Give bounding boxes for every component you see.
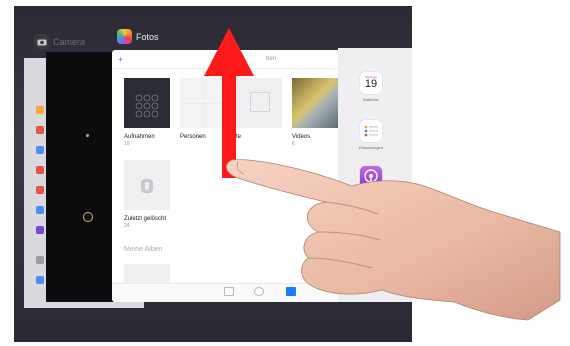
pointing-hand	[225, 159, 561, 321]
